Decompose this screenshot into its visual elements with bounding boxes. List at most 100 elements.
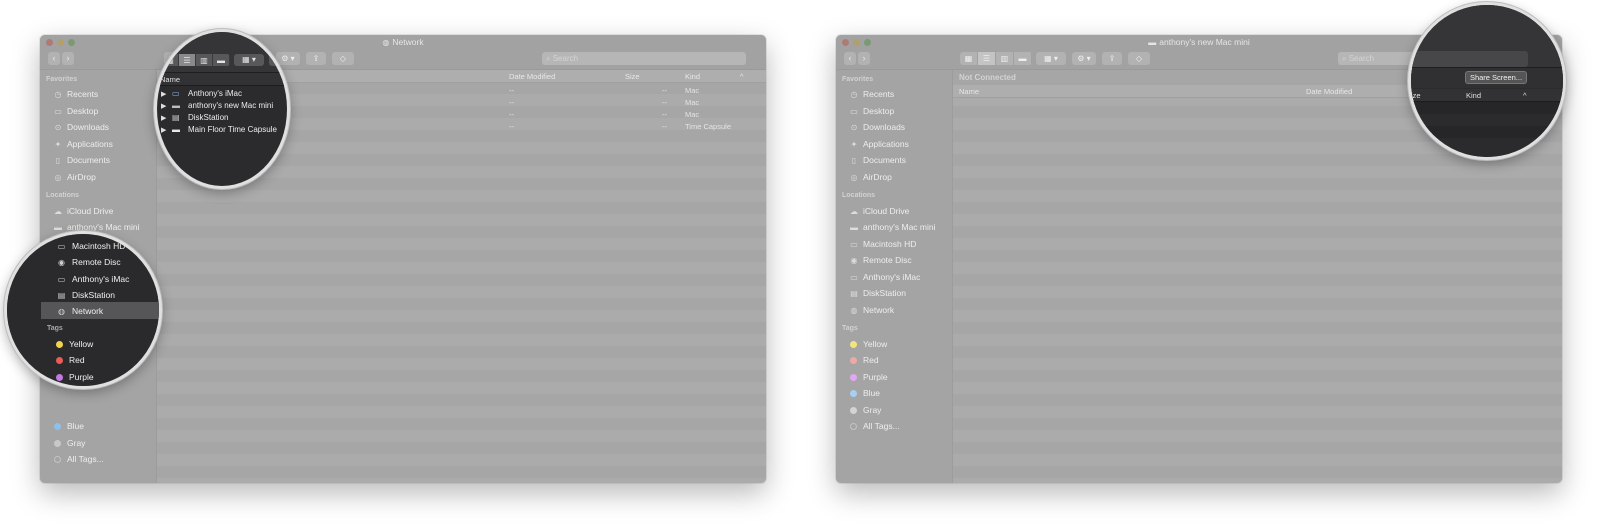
cloud-icon: ☁ bbox=[54, 206, 62, 216]
sidebar-item-applications[interactable]: ✦ Applications bbox=[53, 137, 113, 151]
sidebar-item-documents[interactable]: ▯ Documents bbox=[53, 153, 110, 167]
sidebar-item-macintosh-hd[interactable]: ▭ Macintosh HD bbox=[849, 237, 916, 251]
search-icon: ⌕ bbox=[1342, 54, 1347, 63]
back-button[interactable]: ‹ bbox=[48, 52, 60, 65]
all-tags-icon bbox=[54, 455, 61, 463]
sidebar-tag-red[interactable]: Red bbox=[849, 353, 879, 367]
magnifier-share-screen: Share Screen... ize Kind ^ bbox=[1408, 2, 1566, 160]
sidebar-tag-blue[interactable]: Blue bbox=[53, 419, 84, 433]
sidebar-item-icloud-drive[interactable]: ☁ iCloud Drive bbox=[53, 204, 113, 218]
sidebar-tag-gray[interactable]: Gray bbox=[849, 403, 881, 417]
search-field-zoomed[interactable] bbox=[1411, 51, 1528, 67]
icon-view-button[interactable]: ▦ bbox=[960, 52, 978, 65]
sidebar-item-icloud-drive[interactable]: ☁ iCloud Drive bbox=[849, 204, 909, 218]
action-gear-button-zoomed[interactable]: ⚙ bbox=[269, 54, 287, 66]
tags-button[interactable]: ◇ bbox=[1128, 52, 1150, 65]
sidebar-item-remote-disc[interactable]: ◉ Remote Disc bbox=[56, 254, 121, 270]
magnifier-list-view: ▦ ☰ ▥ ▬ ▦ ▾ ⚙ Name ▶ ▭ Anthony's iMac ▶ … bbox=[154, 29, 290, 189]
sidebar-item-airdrop[interactable]: ◎ AirDrop bbox=[53, 170, 96, 184]
desktop-icon: ▭ bbox=[850, 106, 858, 116]
time-capsule-icon: ▬ bbox=[172, 125, 180, 134]
sidebar-item-mac-mini[interactable]: ▬ anthony's Mac mini bbox=[849, 220, 936, 234]
back-button[interactable]: ‹ bbox=[844, 52, 856, 65]
tags-button[interactable]: ◇ bbox=[332, 52, 354, 65]
sidebar-tag-yellow[interactable]: Yellow bbox=[54, 336, 93, 352]
sidebar-item-desktop[interactable]: ▭ Desktop bbox=[53, 104, 98, 118]
column-date-modified[interactable]: Date Modified bbox=[509, 72, 555, 81]
search-field[interactable]: ⌕ Search bbox=[542, 52, 746, 65]
sidebar-item-network[interactable]: ◍ Network bbox=[56, 303, 103, 319]
column-kind[interactable]: Kind bbox=[1466, 91, 1481, 100]
sidebar-item-network[interactable]: ◍ Network bbox=[849, 303, 895, 317]
sidebar-header-tags-zoomed: Tags bbox=[47, 324, 63, 332]
sidebar-all-tags[interactable]: All Tags... bbox=[53, 452, 104, 466]
table-row bbox=[1411, 126, 1563, 138]
sidebar-tag-purple[interactable]: Purple bbox=[54, 369, 94, 385]
list-view-button[interactable]: ☰ bbox=[978, 52, 996, 65]
share-button[interactable]: ⇪ bbox=[1102, 52, 1122, 65]
mac-mini-icon: ▬ bbox=[850, 222, 858, 232]
share-screen-button[interactable]: Share Screen... bbox=[1465, 71, 1527, 84]
icon-view-button[interactable]: ▦ bbox=[162, 54, 179, 66]
column-name[interactable]: Name bbox=[959, 87, 979, 96]
hard-drive-icon: ▭ bbox=[850, 239, 858, 249]
document-icon: ▯ bbox=[55, 155, 61, 165]
mac-mini-icon: ▬ bbox=[54, 222, 62, 232]
sidebar-item-downloads[interactable]: ⊙ Downloads bbox=[849, 120, 905, 134]
sidebar-item-recents[interactable]: ◷ Recents bbox=[849, 87, 895, 101]
imac-icon: ▭ bbox=[850, 272, 858, 282]
sidebar-item-diskstation[interactable]: ▤ DiskStation bbox=[56, 287, 115, 303]
row-name: Anthony's iMac bbox=[188, 89, 242, 98]
yellow-tag-dot bbox=[850, 340, 857, 348]
column-view-button[interactable]: ▥ bbox=[996, 52, 1014, 65]
column-size[interactable]: ize bbox=[1411, 91, 1421, 100]
forward-button[interactable]: › bbox=[62, 52, 74, 65]
sidebar-header-locations: Locations bbox=[46, 192, 80, 199]
sidebar-tag-yellow[interactable]: Yellow bbox=[849, 337, 887, 351]
view-mode-segment-zoomed[interactable]: ▦ ☰ ▥ ▬ bbox=[162, 54, 230, 66]
sidebar-item-anthonys-imac[interactable]: ▭ Anthony's iMac bbox=[849, 270, 920, 284]
group-button[interactable]: ▦ ▾ bbox=[1036, 52, 1066, 65]
cloud-icon: ☁ bbox=[850, 206, 858, 216]
sidebar-tag-blue[interactable]: Blue bbox=[849, 386, 880, 400]
sidebar-tag-gray[interactable]: Gray bbox=[53, 436, 85, 450]
magnifier-sidebar: ▭ Macintosh HD ◉ Remote Disc ▭ Anthony's iM… bbox=[4, 231, 162, 389]
sidebar-item-desktop[interactable]: ▭ Desktop bbox=[849, 104, 894, 118]
share-button[interactable]: ⇪ bbox=[306, 52, 326, 65]
column-date-modified[interactable]: Date Modified bbox=[1306, 87, 1352, 96]
all-tags-icon bbox=[850, 422, 857, 430]
sidebar-item-recents[interactable]: ◷ Recents bbox=[53, 87, 99, 101]
toolbar-zoomed bbox=[157, 32, 287, 73]
sidebar-item-diskstation[interactable]: ▤ DiskStation bbox=[849, 286, 906, 300]
table-row bbox=[1411, 102, 1563, 114]
sidebar-item-downloads[interactable]: ⊙ Downloads bbox=[53, 120, 109, 134]
sidebar-item-anthonys-imac[interactable]: ▭ Anthony's iMac bbox=[56, 271, 130, 287]
column-header-zoomed: Name bbox=[157, 73, 287, 86]
sidebar-tag-red[interactable]: Red bbox=[54, 352, 85, 368]
desktop-icon: ▭ bbox=[54, 106, 62, 116]
list-view-button[interactable]: ☰ bbox=[179, 54, 196, 66]
view-mode-segment[interactable]: ▦ ☰ ▥ ▬ bbox=[960, 52, 1032, 65]
sidebar-item-applications[interactable]: ✦ Applications bbox=[849, 137, 909, 151]
sidebar-item-macintosh-hd[interactable]: ▭ Macintosh HD bbox=[56, 238, 126, 254]
window-title-text: anthony's new Mac mini bbox=[1159, 37, 1250, 47]
column-size[interactable]: Size bbox=[625, 72, 640, 81]
column-kind[interactable]: Kind bbox=[685, 72, 700, 81]
server-icon: ▤ bbox=[57, 290, 66, 300]
gray-tag-dot bbox=[54, 439, 61, 447]
sidebar-item-airdrop[interactable]: ◎ AirDrop bbox=[849, 170, 892, 184]
sidebar-tag-purple[interactable]: Purple bbox=[849, 370, 888, 384]
action-gear-button[interactable]: ⚙ ▾ bbox=[1072, 52, 1096, 65]
sidebar-item-documents[interactable]: ▯ Documents bbox=[849, 153, 906, 167]
sidebar-item-remote-disc[interactable]: ◉ Remote Disc bbox=[849, 253, 912, 267]
forward-button[interactable]: › bbox=[858, 52, 870, 65]
disc-icon: ◉ bbox=[850, 255, 858, 265]
blue-tag-dot bbox=[850, 389, 857, 397]
gallery-view-button[interactable]: ▬ bbox=[1014, 52, 1032, 65]
column-name[interactable]: Name bbox=[160, 75, 180, 84]
gallery-view-button[interactable]: ▬ bbox=[213, 54, 230, 66]
group-button-zoomed[interactable]: ▦ ▾ bbox=[234, 54, 264, 66]
column-view-button[interactable]: ▥ bbox=[196, 54, 213, 66]
sidebar-all-tags[interactable]: All Tags... bbox=[849, 419, 900, 433]
row-name: anthony's new Mac mini bbox=[188, 101, 274, 110]
